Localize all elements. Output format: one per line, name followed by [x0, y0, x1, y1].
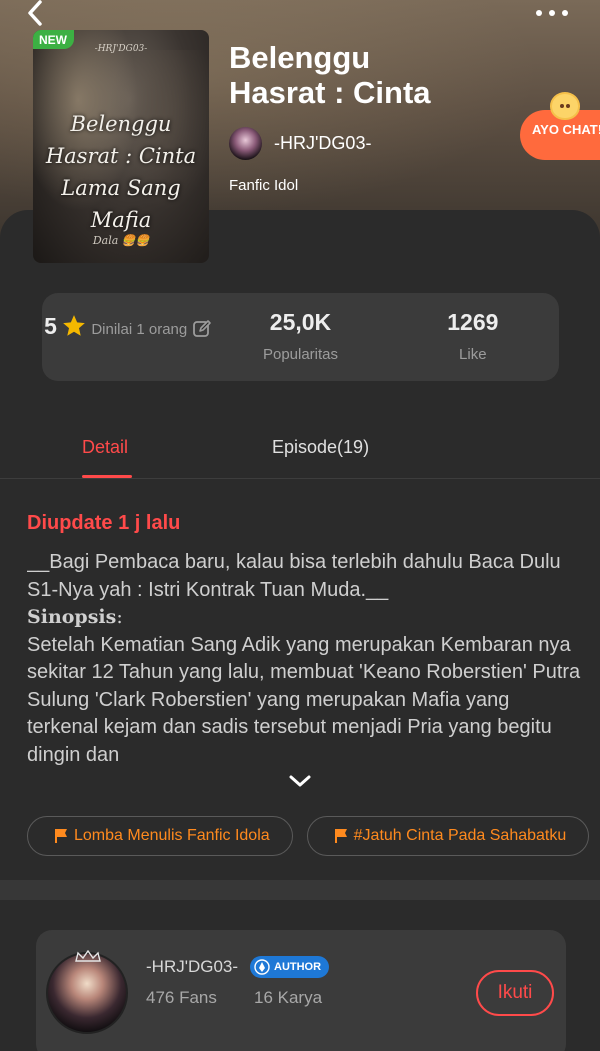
tag-chip[interactable]: #Jatuh Cinta Pada Sahabatku [306, 816, 590, 856]
flag-icon [334, 829, 347, 843]
rating-value: 5 [44, 312, 57, 339]
likes-value: 1269 [447, 309, 499, 335]
book-cover: -HRJ'DG03- Belenggu Hasrat : Cinta Lama … [33, 30, 209, 263]
star-icon [63, 315, 85, 336]
edit-rating-icon[interactable] [192, 319, 212, 339]
author-link[interactable]: -HRJ'DG03- [229, 126, 371, 160]
author-name[interactable]: -HRJ'DG03- [146, 957, 238, 977]
tag-chip[interactable]: Lomba Menulis Fanfic Idola [27, 816, 293, 856]
rating-stat[interactable]: 5 Dinilai 1 orang [42, 293, 214, 381]
genre-label: Fanfic Idol [229, 177, 299, 194]
rating-label: Dinilai 1 orang [91, 320, 188, 338]
tag-list: Lomba Menulis Fanfic Idola #Jatuh Cinta … [27, 816, 600, 856]
author-name-top[interactable]: -HRJ'DG03- [274, 133, 371, 154]
flag-icon [55, 829, 67, 843]
tab-bar: Detail Episode(19) [0, 425, 600, 479]
tag-label[interactable]: #Jatuh Cinta Pada Sahabatku [354, 827, 567, 845]
author-badge-icon [254, 959, 270, 975]
author-avatar-small[interactable] [229, 126, 262, 160]
author-badge-label: AUTHOR [274, 961, 322, 973]
update-status: Diupdate 1 j lalu [27, 512, 181, 534]
synopsis-text: __Bagi Pembaca baru, kalau bisa terlebih… [27, 549, 582, 767]
stats-card: 5 Dinilai 1 orang 25,0K Popularitas 1269… [42, 293, 559, 381]
follow-button[interactable]: Ikuti [476, 970, 554, 1016]
synopsis-intro: __Bagi Pembaca baru, kalau bisa terlebih… [27, 551, 561, 601]
expand-chevron-icon[interactable] [288, 773, 312, 789]
new-badge: NEW [33, 30, 74, 49]
author-card[interactable]: -HRJ'DG03- AUTHOR 476 Fans 16 Karya Ikut… [36, 930, 566, 1051]
popularity-value: 25,0K [269, 309, 332, 335]
popularity-stat: 25,0K Popularitas [214, 293, 386, 381]
crown-icon [75, 950, 101, 962]
synopsis-body: Setelah Kematian Sang Adik yang merupaka… [27, 633, 581, 766]
active-tab-indicator [82, 475, 132, 478]
tab-episodes[interactable]: Episode(19) [272, 437, 369, 458]
tab-detail[interactable]: Detail [82, 437, 128, 458]
fans-count: 476 Fans [146, 988, 217, 1007]
author-avatar[interactable] [46, 952, 128, 1034]
book-title: Belenggu Hasrat : Cinta [229, 40, 431, 110]
likes-label: Like [459, 346, 487, 363]
chat-mascot-icon [550, 92, 580, 120]
section-divider [0, 880, 600, 900]
works-count: 16 Karya [254, 988, 323, 1007]
cover-title-text: Belenggu Hasrat : Cinta Lama Sang Mafia [45, 112, 197, 232]
tag-label[interactable]: Lomba Menulis Fanfic Idola [74, 827, 270, 845]
ayo-chat-button[interactable]: AYO CHAT! [520, 92, 600, 162]
back-arrow-icon[interactable] [20, 0, 52, 26]
popularity-label: Popularitas [262, 346, 339, 363]
more-options-icon[interactable] [536, 6, 572, 20]
synopsis-label: Sinopsis [27, 606, 117, 628]
synopsis-label-colon: : [116, 606, 123, 628]
cover-signature: Dala 🍔🍔 [92, 234, 150, 247]
author-badge: AUTHOR [250, 956, 330, 978]
likes-stat: 1269 Like [387, 293, 559, 381]
